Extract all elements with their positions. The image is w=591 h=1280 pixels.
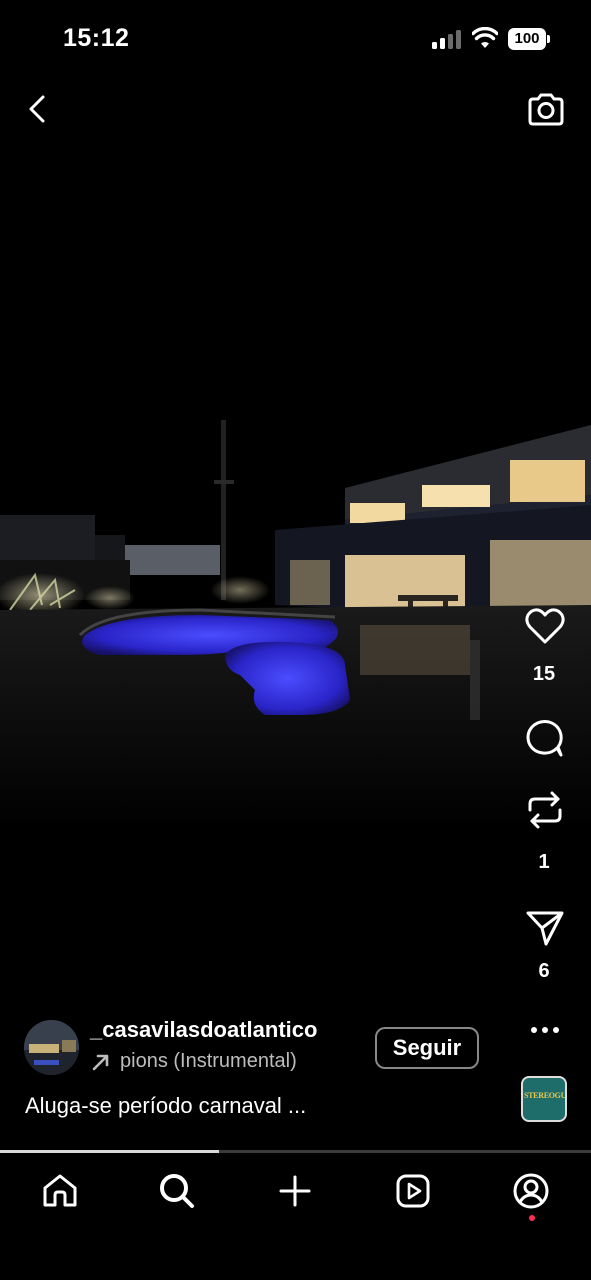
repost-count: 1 (538, 851, 550, 873)
reels-icon[interactable] (393, 1171, 433, 1211)
audio-attribution[interactable]: pions (Instrumental) (90, 1050, 297, 1073)
home-icon[interactable] (40, 1171, 80, 1211)
signal-icon (432, 30, 461, 49)
heart-icon[interactable] (524, 606, 566, 646)
more-icon[interactable] (530, 1024, 560, 1036)
audio-thumbnail[interactable]: STEREOGULLY (521, 1076, 567, 1122)
status-time: 15:12 (63, 24, 130, 52)
caption[interactable]: Aluga-se período carnaval ... (25, 1093, 306, 1119)
reel-screen: 15:12 100 15 1 6 _casavilasdoatlantico p… (0, 0, 591, 1280)
arrow-up-right-icon (92, 1054, 109, 1070)
create-icon[interactable] (275, 1171, 315, 1211)
like-count: 15 (532, 663, 556, 685)
send-icon[interactable] (524, 906, 566, 948)
comment-icon[interactable] (524, 718, 566, 758)
avatar-image (24, 1020, 79, 1075)
bottom-nav (0, 1153, 591, 1280)
audio-thumbnail-text: STEREOGULLY (524, 1091, 567, 1100)
battery-tip (547, 35, 550, 43)
search-icon[interactable] (157, 1171, 197, 1211)
battery-icon: 100 (508, 28, 550, 50)
status-bar: 15:12 100 (0, 0, 591, 80)
repost-icon[interactable] (524, 788, 566, 832)
profile-icon[interactable] (511, 1171, 551, 1211)
share-count: 6 (538, 960, 550, 982)
camera-icon[interactable] (526, 90, 566, 128)
avatar[interactable] (24, 1020, 79, 1075)
battery-level: 100 (508, 28, 546, 50)
audio-title: pions (Instrumental) (120, 1050, 297, 1072)
chevron-left-icon[interactable] (20, 90, 56, 128)
wifi-icon (472, 27, 498, 48)
username[interactable]: _casavilasdoatlantico (90, 1017, 317, 1043)
follow-button[interactable]: Seguir (375, 1027, 479, 1069)
reel-photo[interactable] (0, 410, 591, 830)
notification-dot (529, 1215, 535, 1221)
